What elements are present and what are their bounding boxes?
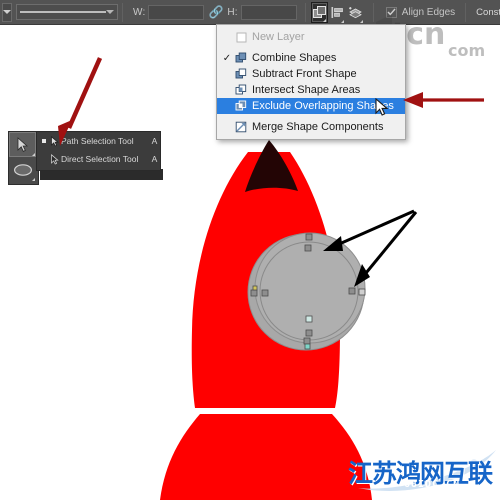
tool-more-indicator-icon [32,153,35,156]
path-selection-tool-button[interactable] [9,132,36,157]
menu-item-new-layer[interactable]: New Layer [217,29,405,45]
white-arrow-cursor-icon [48,153,61,165]
menu-item-label: New Layer [252,31,305,43]
tool-flyout-menu[interactable]: Path Selection Tool A Direct Selection T… [36,131,161,171]
merge-shape-components-icon [233,121,249,133]
menu-item-label: Subtract Front Shape [252,68,357,80]
rocket-booster-shape [160,414,372,500]
subtract-front-shape-icon [233,68,249,80]
menu-item-merge-shape-components[interactable]: Merge Shape Components [217,119,405,135]
menu-item-intersect-shape-areas[interactable]: Intersect Shape Areas [217,82,405,98]
exclude-overlapping-shapes-icon [233,100,249,112]
watermark-bottom: 江苏鸿网互联 68IDC.CN [346,448,500,500]
mouse-cursor-icon [375,98,389,116]
menu-checkmark-icon: ✓ [222,52,232,64]
tools-panel [8,131,39,185]
new-layer-icon [233,32,249,43]
black-arrow-cursor-icon [48,135,61,147]
svg-text:com: com [448,41,485,58]
flyout-item-path-selection-tool[interactable]: Path Selection Tool A [37,132,160,150]
flyout-item-direct-selection-tool[interactable]: Direct Selection Tool A [37,150,160,168]
tool-more-indicator-icon [32,178,35,181]
ellipse-icon [13,163,32,176]
menu-item-label: Intersect Shape Areas [252,84,361,96]
flyout-item-shortcut: A [151,136,158,146]
combine-shapes-icon [233,52,249,64]
menu-item-combine-shapes[interactable]: ✓ Combine Shapes [217,50,405,66]
menu-item-subtract-front-shape[interactable]: Subtract Front Shape [217,66,405,82]
screenshot-root: W: 🔗 H: Align Edges Cons New Layer ✓ Com… [0,0,500,500]
menu-item-label: Exclude Overlapping Shapes [252,100,394,112]
intersect-shape-areas-icon [233,84,249,96]
flyout-item-label: Path Selection Tool [61,136,134,146]
menu-item-label: Combine Shapes [252,52,337,64]
black-arrow-cursor-icon [17,136,29,152]
flyout-item-label: Direct Selection Tool [61,154,139,164]
active-tool-dot-icon [39,139,48,143]
ellipse-tool-button[interactable] [9,157,36,182]
rocket-stripe [190,408,340,414]
watermark-bottom-subtext: 68IDC.CN [404,479,461,490]
path-operations-menu[interactable]: New Layer ✓ Combine Shapes Subtract Fron… [216,24,406,140]
flyout-item-shortcut: A [151,154,158,164]
menu-item-label: Merge Shape Components [252,121,384,133]
